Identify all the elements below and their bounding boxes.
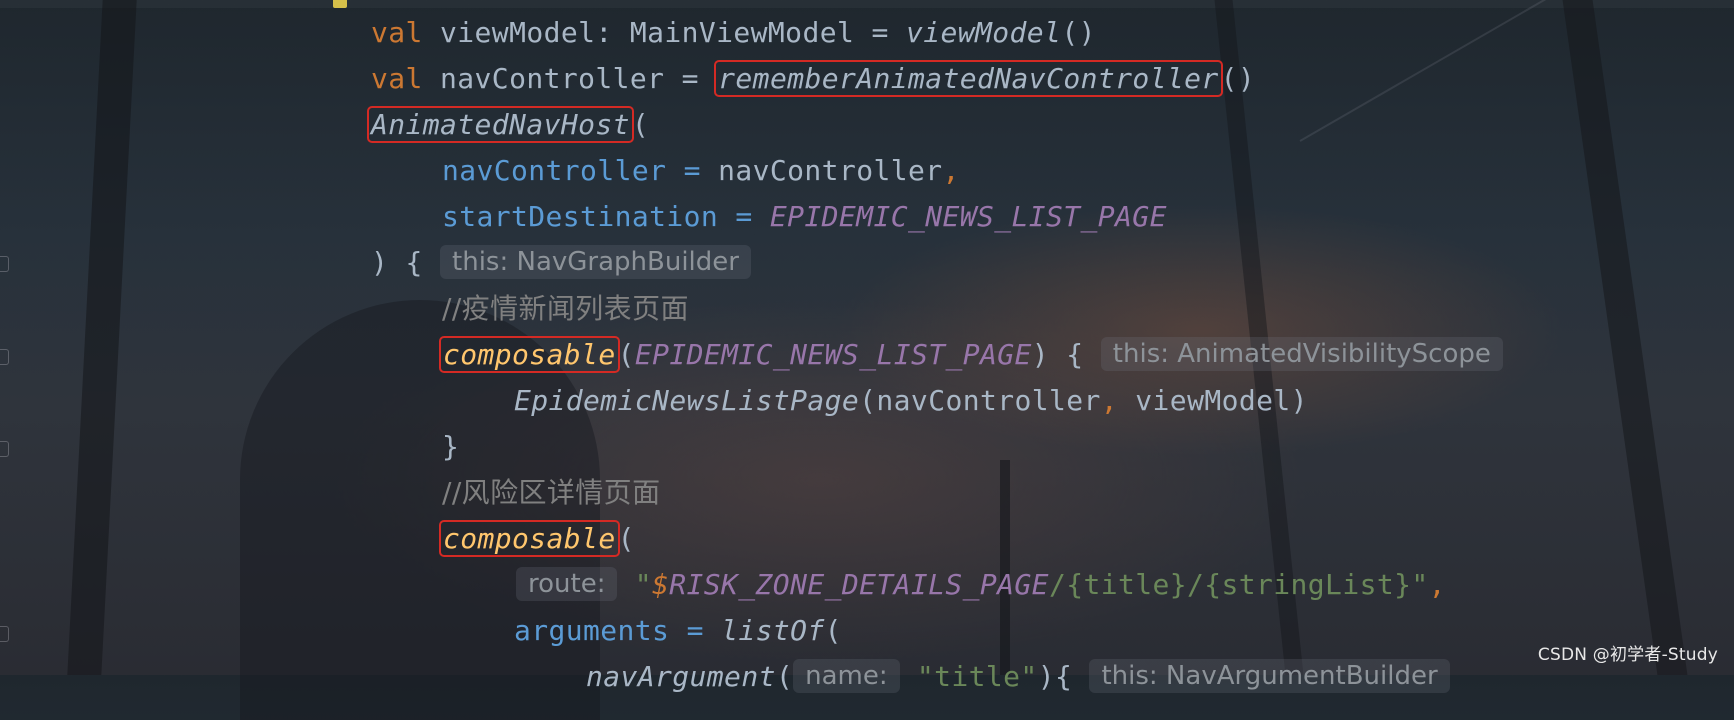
declaration: navController = [423,62,716,95]
code-line[interactable]: ) { this: NavGraphBuilder [371,240,751,286]
comma: , [1101,384,1136,417]
highlighted-composable-call: composable [441,338,618,371]
function-call: viewModel [906,16,1061,49]
brace: ) { [1032,338,1101,371]
paren: ( [618,338,635,371]
highlighted-composable-call: composable [441,522,618,555]
brace: ){ [1038,660,1090,693]
inlay-hint: this: NavArgumentBuilder [1089,659,1449,693]
inlay-hint: this: NavGraphBuilder [440,245,751,279]
constant: EPIDEMIC_NEWS_LIST_PAGE [770,200,1167,233]
equals: = [666,154,718,187]
function-call: navArgument [586,660,776,693]
code-line[interactable]: //风险区详情页面 [442,470,660,516]
equals: = [718,200,770,233]
paren: ( [776,660,793,693]
constant: RISK_ZONE_DETAILS_PAGE [669,568,1049,601]
string-quote: " [635,568,652,601]
code-line[interactable]: route: "$RISK_ZONE_DETAILS_PAGE/{title}/… [516,562,1446,608]
code-line[interactable]: composable( [441,516,635,562]
brace: } [442,430,459,463]
paren: ( [825,614,842,647]
string-literal: /{title}/{stringList} [1049,568,1411,601]
comment: //风险区详情页面 [442,476,660,509]
code-line[interactable]: startDestination = EPIDEMIC_NEWS_LIST_PA… [442,194,1167,240]
highlighted-function-call: AnimatedNavHost [369,108,632,141]
string-quote: " [1411,568,1428,601]
code-line[interactable]: val viewModel: MainViewModel = viewModel… [371,10,1096,56]
code-line[interactable]: AnimatedNavHost( [369,102,649,148]
keyword: val [371,16,423,49]
function-call: EpidemicNewsListPage [514,384,859,417]
code-editor[interactable]: val viewModel: MainViewModel = viewModel… [0,0,1734,675]
named-parameter: startDestination [442,200,718,233]
code-line[interactable]: //疫情新闻列表页面 [442,286,689,332]
comment: //疫情新闻列表页面 [442,292,689,325]
code-line[interactable]: navArgument(name: "title"){ this: NavArg… [586,654,1450,700]
parens: () [1061,16,1096,49]
code-line[interactable]: EpidemicNewsListPage(navController, view… [514,378,1308,424]
brace: ) { [371,246,440,279]
parens: () [1221,62,1256,95]
paren: ) [1291,384,1308,417]
argument: navController [876,384,1100,417]
argument: viewModel [1135,384,1290,417]
parens: ( [632,108,649,141]
paren: ( [618,522,635,555]
declaration: viewModel: MainViewModel = [423,16,906,49]
inlay-hint: name: [793,659,900,693]
keyword: val [371,62,423,95]
constant: EPIDEMIC_NEWS_LIST_PAGE [635,338,1032,371]
code-line[interactable]: composable(EPIDEMIC_NEWS_LIST_PAGE) { th… [441,332,1503,378]
paren: ( [859,384,876,417]
watermark: CSDN @初学者-Study [1538,640,1718,665]
code-line[interactable]: navController = navController, [442,148,960,194]
string-literal: "title" [917,660,1038,693]
code-line[interactable]: } [442,424,459,470]
named-parameter: arguments [514,614,669,647]
highlighted-function-call: rememberAnimatedNavController [716,62,1220,95]
template-sign: $ [652,568,669,601]
equals: = [669,614,721,647]
named-parameter: navController [442,154,666,187]
code-line[interactable]: val navController = rememberAnimatedNavC… [371,56,1255,102]
comma: , [943,154,960,187]
inlay-hint: route: [516,567,617,601]
inlay-hint: this: AnimatedVisibilityScope [1101,337,1503,371]
function-call: listOf [721,614,825,647]
comma: , [1429,568,1446,601]
code-line[interactable]: arguments = listOf( [514,608,842,654]
argument: navController [718,154,942,187]
